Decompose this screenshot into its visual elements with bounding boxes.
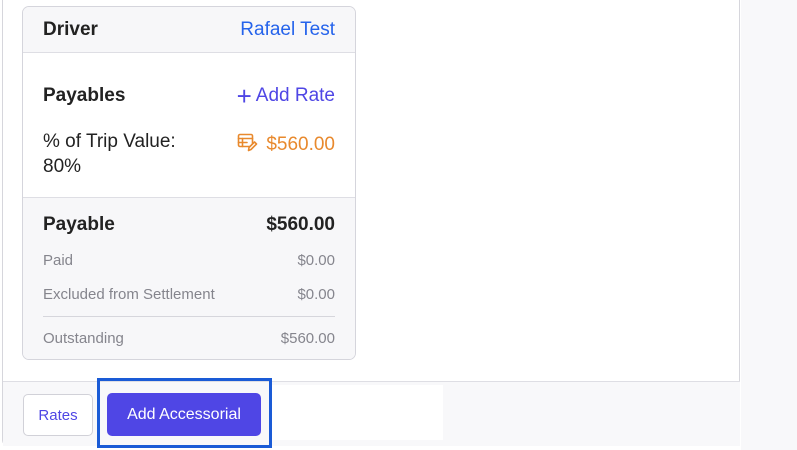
page-background (741, 0, 797, 450)
driver-name-link[interactable]: Rafael Test (240, 19, 335, 41)
outstanding-row: Outstanding $560.00 (43, 330, 335, 347)
outstanding-value: $560.00 (280, 330, 335, 347)
excluded-label: Excluded from Settlement (43, 286, 215, 303)
action-footer: Rates Add Accessorial (3, 381, 740, 446)
footer-blank-area (270, 385, 443, 440)
trip-rate-label-line2: 80% (43, 156, 82, 177)
trip-rate-amount-value: $560.00 (266, 134, 335, 155)
trip-rate-label: % of Trip Value: 80% (43, 129, 213, 179)
rate-edit-icon (236, 131, 266, 159)
add-rate-label: Add Rate (255, 85, 335, 106)
payable-label: Payable (43, 214, 115, 235)
payable-value: $560.00 (266, 214, 335, 235)
add-rate-button[interactable]: + Add Rate (237, 83, 335, 109)
trip-rate-label-line1: % of Trip Value: (43, 131, 176, 152)
rates-button[interactable]: Rates (23, 394, 93, 436)
excluded-value: $0.00 (297, 286, 335, 303)
payables-row: Payables + Add Rate (43, 83, 335, 109)
trip-rate-amount[interactable]: $560.00 (236, 131, 335, 159)
summary-divider (43, 316, 335, 317)
plus-icon: + (236, 81, 252, 111)
trip-rate-row: % of Trip Value: 80% $560.00 (43, 129, 335, 179)
payable-row: Payable $560.00 (43, 214, 335, 236)
card-header: Driver Rafael Test (23, 7, 355, 53)
payable-summary: Payable $560.00 Paid $0.00 Excluded from… (23, 197, 355, 359)
paid-label: Paid (43, 252, 74, 269)
driver-label: Driver (43, 18, 98, 40)
driver-payables-card: Driver Rafael Test Payables + Add Rate %… (22, 6, 356, 360)
add-accessorial-button[interactable]: Add Accessorial (107, 393, 261, 436)
excluded-row: Excluded from Settlement $0.00 (43, 286, 335, 303)
payables-label: Payables (43, 85, 126, 106)
outstanding-label: Outstanding (43, 330, 124, 347)
paid-value: $0.00 (297, 252, 335, 269)
paid-row: Paid $0.00 (43, 252, 335, 269)
